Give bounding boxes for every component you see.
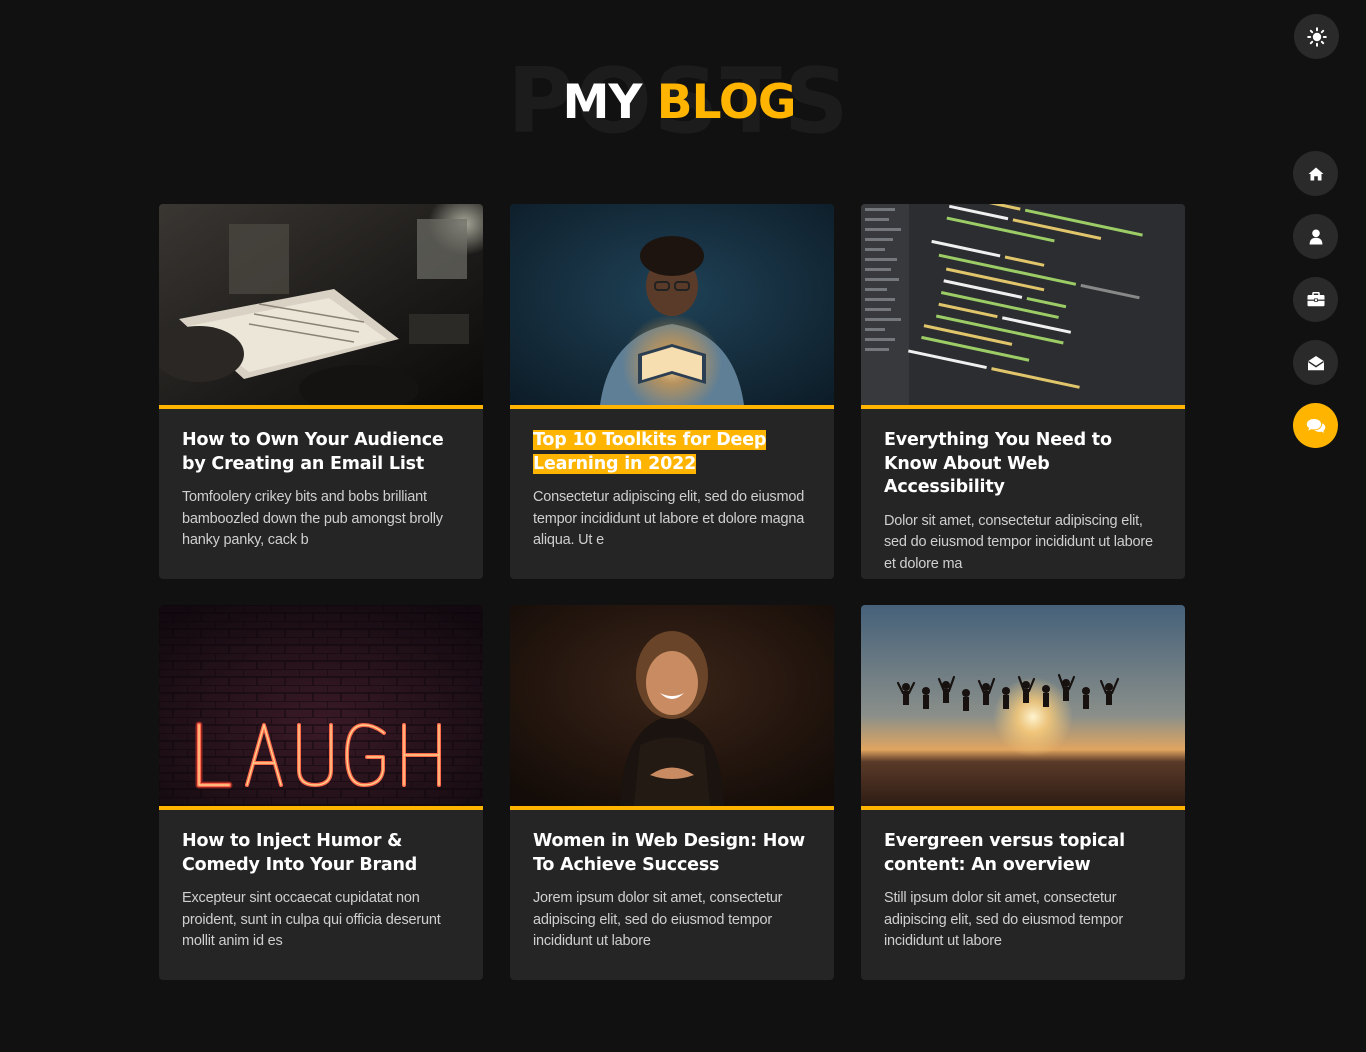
- page-title-part1: MY: [562, 75, 643, 130]
- post-excerpt: Tomfoolery crikey bits and bobs brillian…: [182, 489, 443, 548]
- post-title[interactable]: How to Inject Humor & Comedy Into Your B…: [182, 830, 460, 877]
- post-excerpt: Consectetur adipiscing elit, sed do eius…: [533, 489, 805, 548]
- nav-blog-button[interactable]: [1293, 403, 1338, 448]
- sun-icon: [1306, 26, 1327, 47]
- user-icon: [1309, 229, 1322, 244]
- page-heading: POSTS MY BLOG: [0, 52, 1358, 152]
- man-reading-glowing-book-photo[interactable]: [510, 204, 834, 405]
- people-jumping-sunset-photo[interactable]: [861, 605, 1185, 806]
- post-title[interactable]: Evergreen versus topical content: An ove…: [884, 830, 1162, 877]
- side-navigation: [1293, 151, 1338, 466]
- page-title: MY BLOG: [0, 76, 1358, 130]
- page-title-part2: BLOG: [656, 75, 797, 130]
- post-card[interactable]: How to Inject Humor & Comedy Into Your B…: [159, 605, 483, 980]
- post-card[interactable]: Evergreen versus topical content: An ove…: [861, 605, 1185, 980]
- post-excerpt: Jorem ipsum dolor sit amet, consectetur …: [533, 890, 783, 949]
- card-body: How to Own Your Audience by Creating an …: [159, 409, 483, 552]
- post-title[interactable]: Top 10 Toolkits for Deep Learning in 202…: [533, 429, 811, 476]
- post-card[interactable]: Top 10 Toolkits for Deep Learning in 202…: [510, 204, 834, 579]
- nav-home-button[interactable]: [1293, 151, 1338, 196]
- post-title[interactable]: Everything You Need to Know About Web Ac…: [884, 429, 1162, 500]
- home-icon: [1308, 167, 1323, 180]
- card-body: Top 10 Toolkits for Deep Learning in 202…: [510, 409, 834, 552]
- nav-contact-button[interactable]: [1293, 340, 1338, 385]
- briefcase-icon: [1307, 292, 1324, 307]
- post-excerpt: Dolor sit amet, consectetur adipiscing e…: [884, 512, 1153, 572]
- envelope-open-icon: [1307, 355, 1324, 370]
- post-excerpt: Excepteur sint occaecat cupidatat non pr…: [182, 890, 441, 949]
- nav-portfolio-button[interactable]: [1293, 277, 1338, 322]
- code-editor-photo[interactable]: [861, 204, 1185, 405]
- nav-about-button[interactable]: [1293, 214, 1338, 259]
- card-body: How to Inject Humor & Comedy Into Your B…: [159, 810, 483, 953]
- post-title[interactable]: How to Own Your Audience by Creating an …: [182, 429, 460, 476]
- theme-toggle-button[interactable]: [1294, 14, 1339, 59]
- laughing-woman-photo[interactable]: [510, 605, 834, 806]
- post-title-highlight: Top 10 Toolkits for Deep Learning in 202…: [533, 430, 767, 474]
- card-body: Evergreen versus topical content: An ove…: [861, 810, 1185, 953]
- card-body: Women in Web Design: How To Achieve Succ…: [510, 810, 834, 953]
- card-body: Everything You Need to Know About Web Ac…: [861, 409, 1185, 575]
- desk-with-notebook-photo[interactable]: [159, 204, 483, 405]
- post-title[interactable]: Women in Web Design: How To Achieve Succ…: [533, 830, 811, 877]
- laugh-neon-sign-photo[interactable]: [159, 605, 483, 806]
- post-card[interactable]: How to Own Your Audience by Creating an …: [159, 204, 483, 579]
- comments-icon: [1306, 418, 1325, 433]
- post-card[interactable]: Everything You Need to Know About Web Ac…: [861, 204, 1185, 579]
- post-card[interactable]: Women in Web Design: How To Achieve Succ…: [510, 605, 834, 980]
- post-excerpt: Still ipsum dolor sit amet, consectetur …: [884, 890, 1124, 949]
